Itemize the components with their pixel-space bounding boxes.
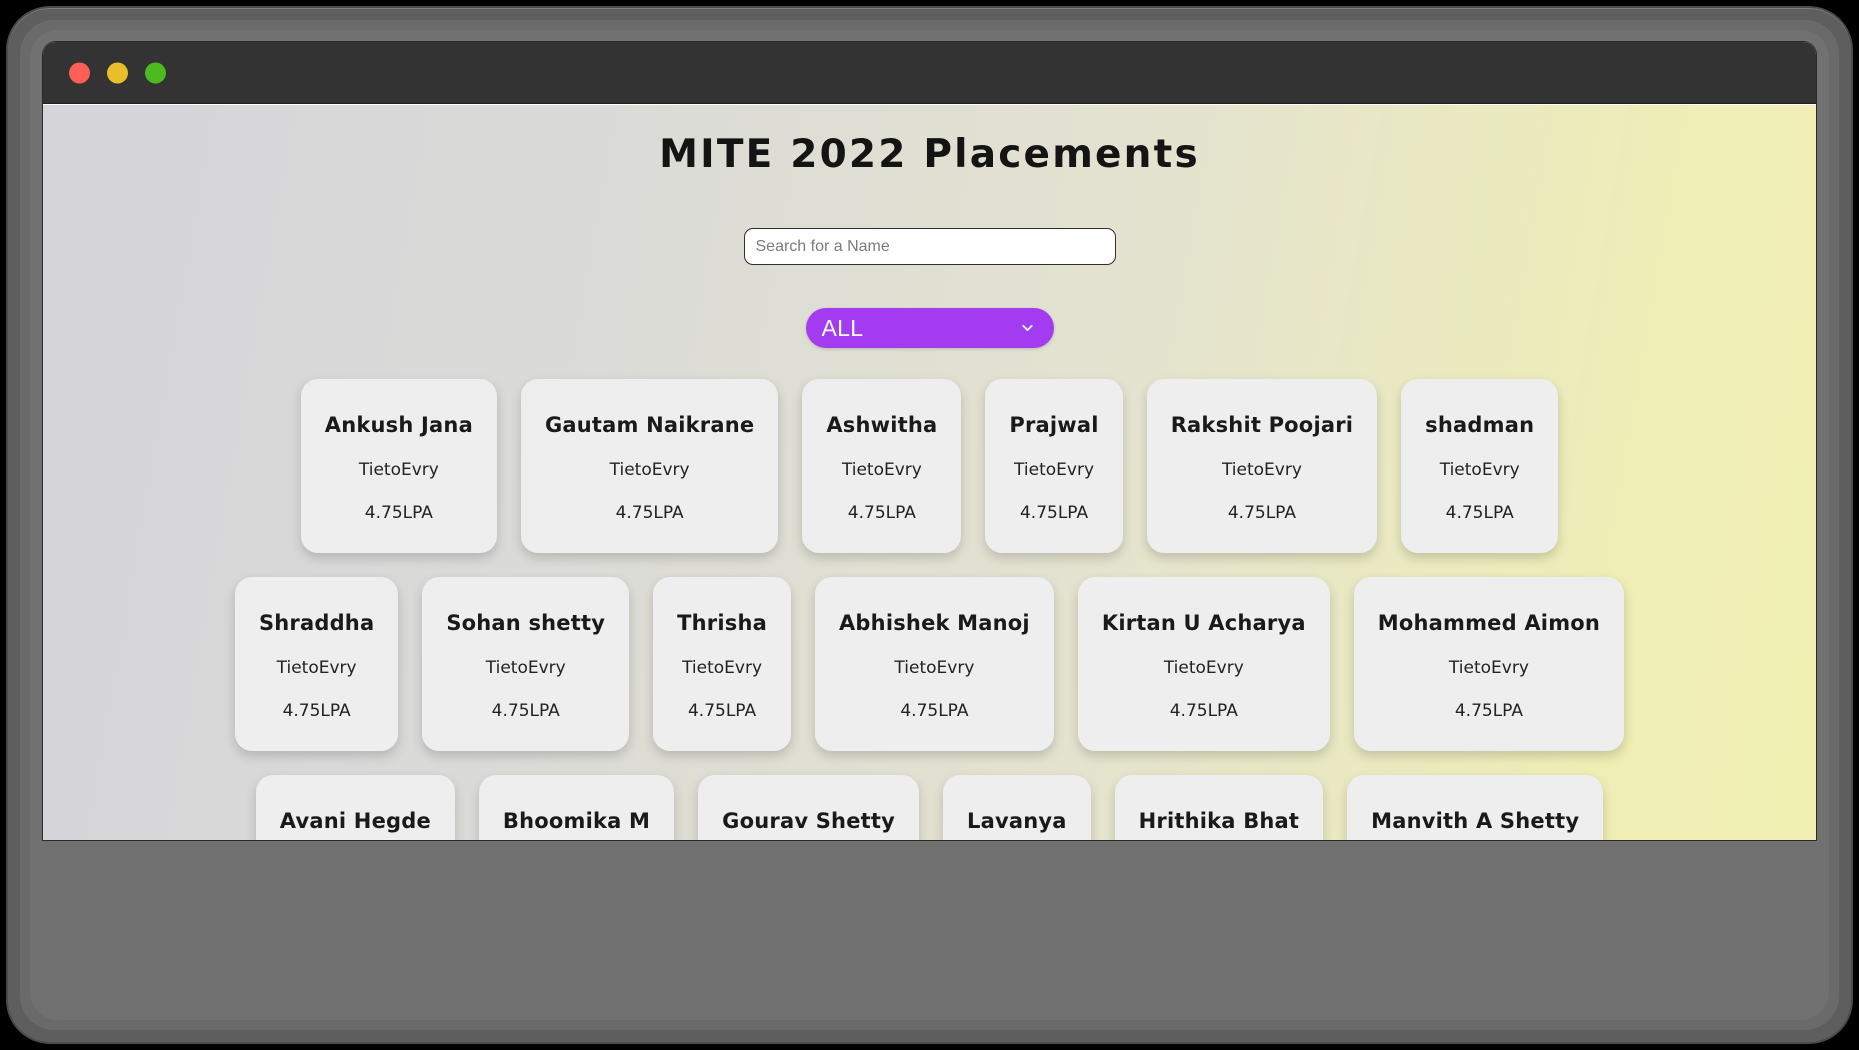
placement-card[interactable]: shadman TietoEvry 4.75LPA xyxy=(1401,379,1559,553)
card-salary: 4.75LPA xyxy=(1019,503,1089,523)
placement-card[interactable]: Ashwitha TietoEvry 4.75LPA xyxy=(802,379,962,553)
browser-window: MITE 2022 Placements ALL Ankush Jana Tiet… xyxy=(43,42,1816,840)
card-student-name: Ashwitha xyxy=(826,413,938,437)
window-title-bar xyxy=(43,42,1816,104)
card-company-name: TietoEvry xyxy=(1448,658,1529,678)
placement-card[interactable]: Mohammed Aimon TietoEvry 4.75LPA xyxy=(1353,577,1625,751)
placement-card[interactable]: Gourav ShettyTietoEvry4.75LPA xyxy=(698,775,919,840)
card-student-name: Lavanya xyxy=(967,809,1067,833)
card-student-name: Rakshit Poojari xyxy=(1170,413,1354,437)
card-student-name: Kirtan U Acharya xyxy=(1101,611,1306,635)
card-student-name: Sohan shetty xyxy=(446,611,606,635)
card-company-name: TietoEvry xyxy=(609,460,690,480)
placement-card[interactable]: Rakshit Poojari TietoEvry 4.75LPA xyxy=(1146,379,1378,553)
card-student-name: Prajwal xyxy=(1009,413,1099,437)
company-filter-value: ALL xyxy=(821,314,864,341)
card-salary: 4.75LPA xyxy=(1445,503,1514,523)
card-salary: 4.75LPA xyxy=(282,701,351,721)
card-company-name: TietoEvry xyxy=(841,460,922,480)
card-salary: 4.75LPA xyxy=(364,503,433,523)
placement-card[interactable]: Gautam Naikrane TietoEvry 4.75LPA xyxy=(520,379,779,553)
card-student-name: Hrithika Bhat xyxy=(1138,809,1300,833)
placement-card[interactable]: Ankush Jana TietoEvry 4.75LPA xyxy=(300,379,497,553)
search-row xyxy=(43,228,1816,265)
card-company-name: TietoEvry xyxy=(485,658,566,678)
placement-card[interactable]: Prajwal TietoEvry 4.75LPA xyxy=(985,379,1123,553)
card-company-name: TietoEvry xyxy=(1439,460,1520,480)
card-salary: 4.75LPA xyxy=(615,503,684,523)
card-student-name: Ankush Jana xyxy=(324,413,473,437)
card-student-name: Abhishek Manoj xyxy=(838,611,1030,635)
card-student-name: shadman xyxy=(1425,413,1535,437)
placement-card[interactable]: Sohan shetty TietoEvry 4.75LPA xyxy=(422,577,630,751)
close-window-button[interactable] xyxy=(69,62,90,83)
card-salary: 4.75LPA xyxy=(900,701,969,721)
card-student-name: Thrisha xyxy=(677,611,767,635)
placement-card[interactable]: Hrithika BhatTietoEvry4.75LPA xyxy=(1114,775,1324,840)
placement-card[interactable]: Shraddha TietoEvry 4.75LPA xyxy=(234,577,399,751)
card-company-name: TietoEvry xyxy=(1014,460,1095,480)
card-salary: 4.75LPA xyxy=(687,701,757,721)
placement-card[interactable]: Avani HegdeTietoEvry4.75LPA xyxy=(255,775,455,840)
placement-card[interactable]: LavanyaTietoEvry4.75LPA xyxy=(943,775,1091,840)
card-salary: 4.75LPA xyxy=(1227,503,1296,523)
card-company-name: TietoEvry xyxy=(894,658,975,678)
placement-card-grid: Ankush Jana TietoEvry 4.75LPA Gautam Naikra… xyxy=(43,379,1816,840)
card-student-name: Mohammed Aimon xyxy=(1377,611,1601,635)
company-filter-dropdown[interactable]: ALL xyxy=(805,308,1054,348)
card-salary: 4.75LPA xyxy=(1169,701,1238,721)
traffic-light-group xyxy=(69,62,166,83)
card-company-name: TietoEvry xyxy=(276,658,357,678)
card-student-name: Manvith A Shetty xyxy=(1371,809,1580,833)
card-student-name: Gautam Naikrane xyxy=(544,413,755,437)
placement-card[interactable]: Thrisha TietoEvry 4.75LPA xyxy=(653,577,791,751)
card-company-name: TietoEvry xyxy=(1221,460,1302,480)
card-company-name: TietoEvry xyxy=(1163,658,1244,678)
card-student-name: Gourav Shetty xyxy=(722,809,895,833)
placement-card[interactable]: Bhoomika MTietoEvry4.75LPA xyxy=(478,775,675,840)
page-title: MITE 2022 Placements xyxy=(659,132,1200,177)
filter-row: ALL xyxy=(43,308,1816,348)
card-salary: 4.75LPA xyxy=(847,503,916,523)
card-student-name: Bhoomika M xyxy=(502,809,651,833)
search-input[interactable] xyxy=(743,228,1116,265)
placement-card[interactable]: Abhishek Manoj TietoEvry 4.75LPA xyxy=(814,577,1054,751)
card-salary: 4.75LPA xyxy=(491,701,560,721)
chevron-down-icon xyxy=(1019,320,1036,337)
placement-card[interactable]: Kirtan U Acharya TietoEvry 4.75LPA xyxy=(1077,577,1330,751)
maximize-window-button[interactable] xyxy=(145,62,166,83)
card-salary: 4.75LPA xyxy=(1454,701,1523,721)
card-company-name: TietoEvry xyxy=(358,460,439,480)
minimize-window-button[interactable] xyxy=(107,62,128,83)
placement-card[interactable]: Manvith A ShettyTietoEvry4.75LPA xyxy=(1347,775,1604,840)
card-student-name: Shraddha xyxy=(258,611,375,635)
card-student-name: Avani Hegde xyxy=(279,809,431,833)
page-content: MITE 2022 Placements ALL Ankush Jana Tiet… xyxy=(43,105,1816,840)
card-company-name: TietoEvry xyxy=(682,658,763,678)
